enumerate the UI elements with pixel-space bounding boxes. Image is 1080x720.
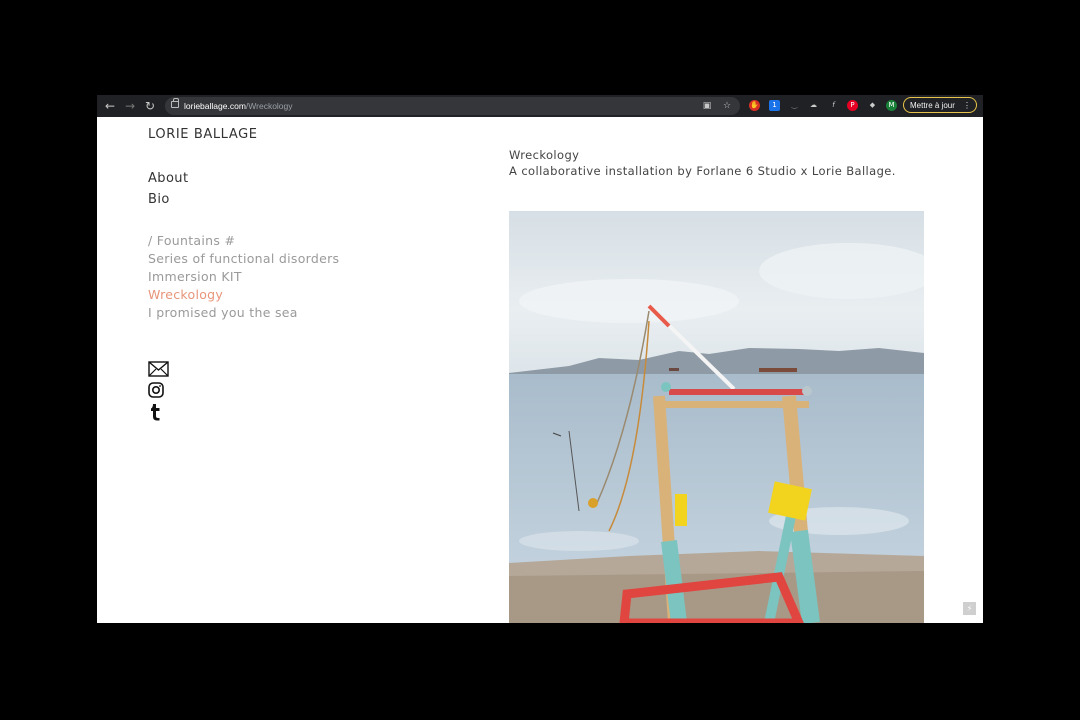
profile-avatar[interactable]: M [886,100,897,111]
forward-arrow-icon[interactable]: → [122,98,138,114]
url-path: /Wreckology [245,101,293,111]
social-links [148,361,169,424]
lock-icon [171,98,179,108]
project-immersion-kit[interactable]: Immersion KIT [148,268,339,286]
reload-icon[interactable]: ↻ [142,98,158,114]
project-functional-disorders[interactable]: Series of functional disorders [148,250,339,268]
update-button[interactable]: Mettre à jour ⋮ [903,97,977,113]
url-host: lorieballage.com [184,101,246,111]
menu-dots-icon[interactable]: ⋮ [963,98,971,114]
extensions-puzzle-icon[interactable]: ◆ [867,100,878,111]
page-subtitle: A collaborative installation by Forlane … [509,164,896,178]
bookmark-star-icon[interactable]: ☆ [721,100,733,112]
font-extension-icon[interactable]: f [828,100,839,111]
extension-badge: 1 [772,101,777,109]
profile-initial: M [888,101,895,109]
tumblr-icon[interactable] [148,403,168,421]
instagram-icon[interactable] [148,382,168,400]
pinterest-icon[interactable]: P [847,100,858,111]
page-title: Wreckology [509,148,580,162]
adblock-extension-icon[interactable]: ✋ [749,100,760,111]
installation-photo[interactable] [509,211,924,623]
mail-icon[interactable] [148,361,169,379]
back-arrow-icon[interactable]: ← [102,98,118,114]
project-list: / Fountains # Series of functional disor… [148,232,339,322]
browser-toolbar: ← → ↻ lorieballage.com/Wreckology ▣ ☆ ✋ … [97,95,983,117]
nav-bio[interactable]: Bio [148,189,188,210]
page-heading: Wreckology A collaborative installation … [509,147,896,179]
cloud-extension-icon[interactable]: ☁ [808,100,819,111]
translate-icon[interactable]: ▣ [701,100,713,112]
extension-icon-2[interactable]: ‿ [789,100,800,111]
address-bar[interactable]: lorieballage.com/Wreckology ▣ ☆ [165,97,740,115]
extension-icon[interactable]: 1 [769,100,780,111]
page-content: LORIE BALLAGE About Bio / Fountains # Se… [97,117,983,623]
project-wreckology[interactable]: Wreckology [148,286,339,304]
project-fountains[interactable]: / Fountains # [148,232,339,250]
update-button-label: Mettre à jour [910,101,955,110]
browser-window: ← → ↻ lorieballage.com/Wreckology ▣ ☆ ✋ … [97,95,983,623]
project-promised-sea[interactable]: I promised you the sea [148,304,339,322]
main-nav: About Bio [148,168,188,210]
url-text: lorieballage.com/Wreckology [184,99,293,113]
nav-about[interactable]: About [148,168,188,189]
site-title[interactable]: LORIE BALLAGE [148,127,258,142]
lightning-badge-icon[interactable]: ⚡ [963,602,976,615]
